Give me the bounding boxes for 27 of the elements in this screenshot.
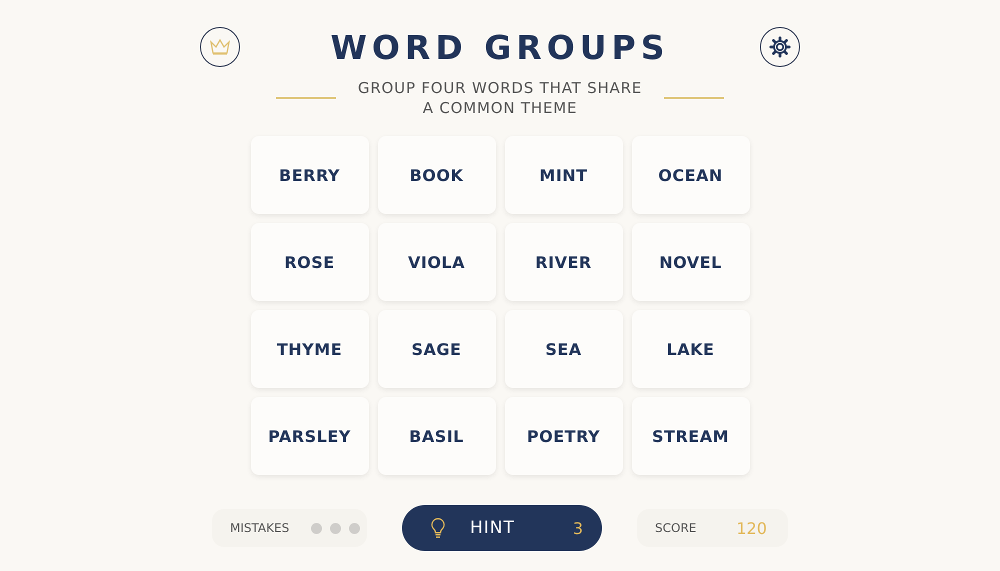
mistakes-label: MISTAKES — [230, 521, 290, 535]
word-tile[interactable]: BERRY — [250, 136, 368, 214]
crown-button[interactable] — [200, 27, 240, 67]
score-value: 120 — [736, 518, 767, 538]
word-tile[interactable]: PARSLEY — [250, 397, 368, 475]
crown-icon — [209, 38, 231, 56]
game-title: WORD GROUPS — [330, 28, 670, 68]
word-tile[interactable]: STREAM — [632, 397, 750, 475]
word-tile[interactable]: MINT — [504, 136, 622, 214]
subtitle: GROUP FOUR WORDS THAT SHARE A COMMON THEME — [356, 78, 644, 118]
lightbulb-icon — [430, 518, 446, 538]
settings-icon — [768, 36, 791, 58]
word-tile[interactable]: SEA — [504, 310, 622, 388]
word-tile[interactable]: ROSE — [250, 223, 368, 301]
word-tile[interactable]: NOVEL — [632, 223, 750, 301]
word-tile[interactable]: BOOK — [378, 136, 496, 214]
hint-button[interactable]: HINT 3 — [402, 505, 602, 551]
word-tile[interactable]: VIOLA — [378, 223, 496, 301]
word-tile[interactable]: THYME — [250, 310, 368, 388]
word-tile[interactable]: BASIL — [378, 397, 496, 475]
settings-button[interactable] — [760, 27, 800, 67]
word-tile[interactable]: RIVER — [504, 223, 622, 301]
word-tile[interactable]: POETRY — [504, 397, 622, 475]
word-tile[interactable]: SAGE — [378, 310, 496, 388]
word-tile[interactable]: LAKE — [632, 310, 750, 388]
word-tile[interactable]: OCEAN — [632, 136, 750, 214]
score-label: SCORE — [655, 521, 696, 535]
